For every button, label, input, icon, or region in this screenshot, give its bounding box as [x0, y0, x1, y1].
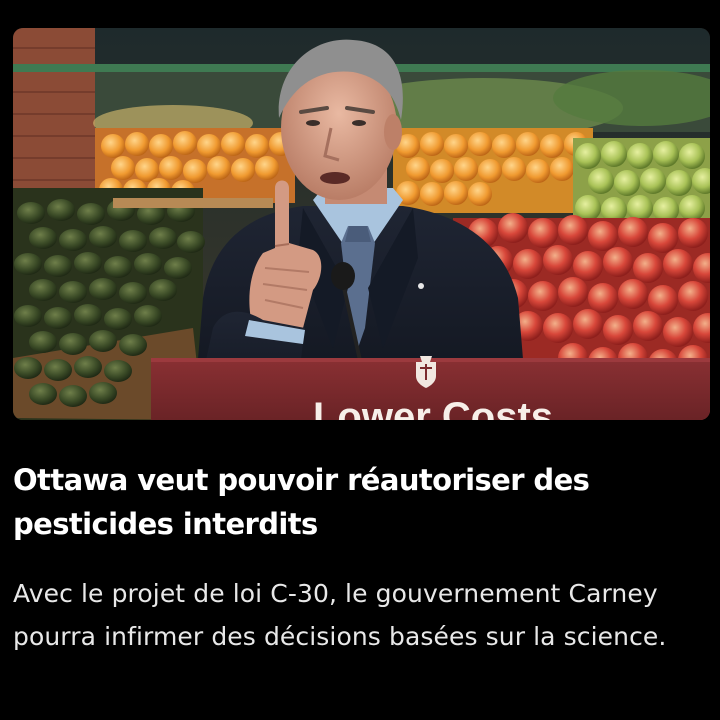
article-headline[interactable]: Ottawa veut pouvoir réautoriser des pest…	[13, 458, 703, 546]
article-photo[interactable]: Lower Costs	[13, 28, 710, 420]
article-card[interactable]: Lower Costs Ottawa veut pouvoir réautori…	[0, 0, 720, 720]
article-summary: Avec le projet de loi C-30, le gouvernem…	[13, 579, 667, 651]
podium-sign-text: Lower Costs	[313, 395, 553, 420]
press-conference-image: Lower Costs	[13, 28, 710, 420]
